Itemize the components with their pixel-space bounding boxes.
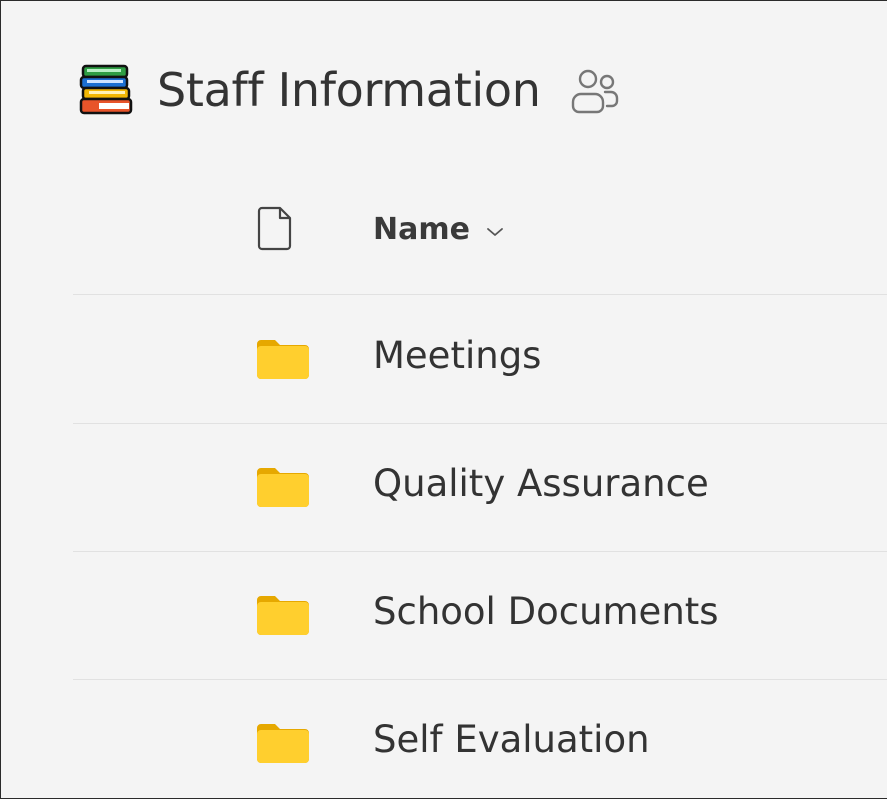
library-title: Staff Information — [157, 63, 541, 117]
folder-icon — [255, 338, 311, 380]
list-item-quality-assurance[interactable]: Quality Assurance — [73, 424, 887, 552]
name-column-header[interactable]: Name — [373, 207, 504, 251]
list-item-school-documents[interactable]: School Documents — [73, 552, 887, 680]
column-header-row: Name — [73, 193, 887, 295]
folder-icon — [255, 722, 311, 764]
list-item-self-evaluation[interactable]: Self Evaluation — [73, 680, 887, 808]
file-list: Meetings Quality Assurance School Docume… — [73, 296, 887, 808]
library-header: Staff Information — [79, 59, 623, 121]
document-library-view: Staff Information Name Meetings Quality … — [0, 0, 887, 799]
books-icon — [79, 62, 135, 118]
name-column-label: Name — [373, 211, 470, 247]
list-item-label: Meetings — [373, 334, 542, 377]
folder-icon — [255, 466, 311, 508]
folder-icon — [255, 594, 311, 636]
file-icon[interactable] — [256, 205, 296, 251]
list-item-label: School Documents — [373, 590, 719, 633]
list-item-meetings[interactable]: Meetings — [73, 296, 887, 424]
chevron-down-icon — [486, 223, 504, 236]
list-item-label: Quality Assurance — [373, 462, 709, 505]
list-item-label: Self Evaluation — [373, 718, 650, 761]
people-icon[interactable] — [567, 62, 623, 118]
